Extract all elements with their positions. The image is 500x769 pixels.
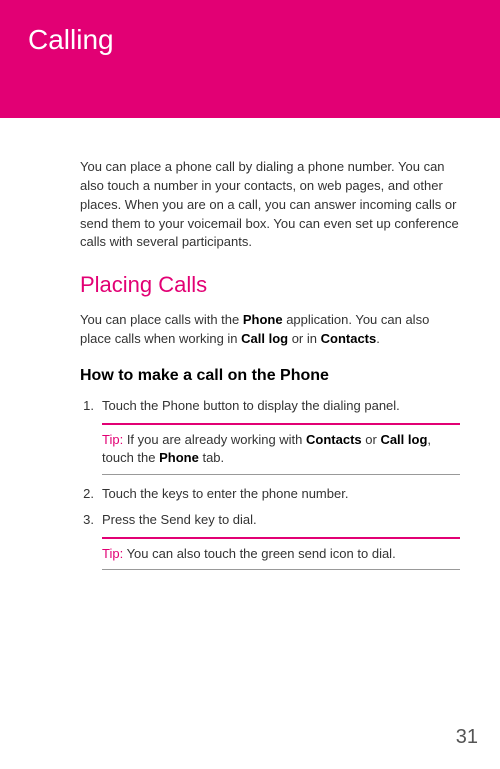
tip-label: Tip: bbox=[102, 432, 123, 447]
bold-call-log: Call log bbox=[241, 331, 288, 346]
page-content: You can place a phone call by dialing a … bbox=[0, 118, 500, 570]
step-2: 2. Touch the keys to enter the phone num… bbox=[80, 485, 460, 503]
page-number: 31 bbox=[456, 723, 478, 751]
section-paragraph: You can place calls with the Phone appli… bbox=[80, 311, 460, 349]
tip-box-1: Tip: If you are already working with Con… bbox=[102, 423, 460, 474]
section-heading: Placing Calls bbox=[80, 270, 460, 301]
text-fragment: If you are already working with bbox=[123, 432, 306, 447]
text-fragment: or in bbox=[288, 331, 321, 346]
tip-text: You can also touch the green send icon t… bbox=[123, 546, 395, 561]
step-1: 1. Touch the Phone button to display the… bbox=[80, 397, 460, 415]
step-number: 2. bbox=[80, 485, 102, 503]
step-3: 3. Press the Send key to dial. bbox=[80, 511, 460, 529]
subheading: How to make a call on the Phone bbox=[80, 365, 460, 387]
chapter-title: Calling bbox=[28, 20, 472, 59]
text-fragment: tab. bbox=[199, 450, 224, 465]
text-fragment: . bbox=[376, 331, 380, 346]
bold-contacts: Contacts bbox=[321, 331, 377, 346]
step-number: 3. bbox=[80, 511, 102, 529]
step-text: Touch the Phone button to display the di… bbox=[102, 397, 460, 415]
bold-phone: Phone bbox=[159, 450, 199, 465]
chapter-header: Calling bbox=[0, 0, 500, 118]
intro-paragraph: You can place a phone call by dialing a … bbox=[80, 158, 460, 252]
bold-phone: Phone bbox=[243, 312, 283, 327]
bold-contacts: Contacts bbox=[306, 432, 362, 447]
text-fragment: You can place calls with the bbox=[80, 312, 243, 327]
text-fragment: or bbox=[362, 432, 381, 447]
step-text: Press the Send key to dial. bbox=[102, 511, 460, 529]
step-text: Touch the keys to enter the phone number… bbox=[102, 485, 460, 503]
step-number: 1. bbox=[80, 397, 102, 415]
bold-call-log: Call log bbox=[380, 432, 427, 447]
tip-label: Tip: bbox=[102, 546, 123, 561]
tip-box-2: Tip: You can also touch the green send i… bbox=[102, 537, 460, 570]
